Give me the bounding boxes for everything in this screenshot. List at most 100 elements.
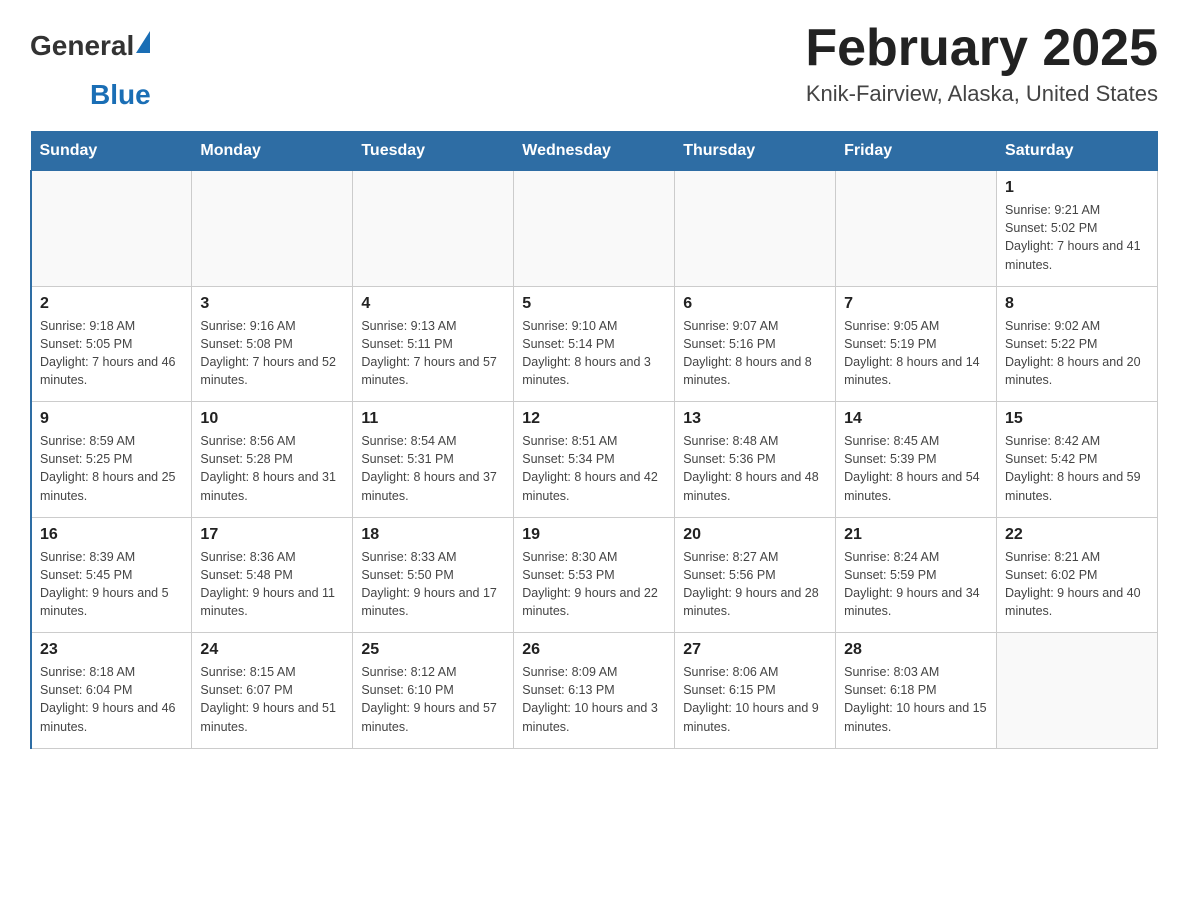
day-info: Sunrise: 9:02 AM Sunset: 5:22 PM Dayligh… [1005,317,1149,390]
day-info: Sunrise: 8:03 AM Sunset: 6:18 PM Dayligh… [844,663,988,736]
day-info: Sunrise: 8:30 AM Sunset: 5:53 PM Dayligh… [522,548,666,621]
day-number: 17 [200,526,344,544]
calendar-cell: 16 Sunrise: 8:39 AM Sunset: 5:45 PM Dayli… [31,517,192,633]
week-row-4: 16 Sunrise: 8:39 AM Sunset: 5:45 PM Dayli… [31,517,1158,633]
calendar-cell: 24 Sunrise: 8:15 AM Sunset: 6:07 PM Dayli… [192,633,353,749]
calendar-cell: 27Sunrise: 8:06 AM Sunset: 6:15 PM Dayli… [675,633,836,749]
day-info: Sunrise: 8:42 AM Sunset: 5:42 PM Dayligh… [1005,432,1149,505]
day-number: 12 [522,410,666,428]
day-info: Sunrise: 9:18 AM Sunset: 5:05 PM Dayligh… [40,317,183,390]
day-info: Sunrise: 8:36 AM Sunset: 5:48 PM Dayligh… [200,548,344,621]
weekday-header-wednesday: Wednesday [514,132,675,171]
day-number: 1 [1005,179,1149,197]
day-number: 5 [522,295,666,313]
calendar-cell: 14 Sunrise: 8:45 AM Sunset: 5:39 PM Dayli… [836,402,997,518]
calendar-cell [514,171,675,287]
day-number: 14 [844,410,988,428]
calendar-cell: 23 Sunrise: 8:18 AM Sunset: 6:04 PM Dayli… [31,633,192,749]
day-info: Sunrise: 8:15 AM Sunset: 6:07 PM Dayligh… [200,663,344,736]
day-number: 9 [40,410,183,428]
day-info: Sunrise: 8:39 AM Sunset: 5:45 PM Dayligh… [40,548,183,621]
day-info: Sunrise: 8:18 AM Sunset: 6:04 PM Dayligh… [40,663,183,736]
calendar-cell: 4 Sunrise: 9:13 AM Sunset: 5:11 PM Daylig… [353,286,514,402]
day-number: 24 [200,641,344,659]
calendar-cell: 12 Sunrise: 8:51 AM Sunset: 5:34 PM Dayli… [514,402,675,518]
calendar-cell: 21 Sunrise: 8:24 AM Sunset: 5:59 PM Dayli… [836,517,997,633]
calendar-cell: 22 Sunrise: 8:21 AM Sunset: 6:02 PM Dayli… [997,517,1158,633]
day-info: Sunrise: 8:56 AM Sunset: 5:28 PM Dayligh… [200,432,344,505]
day-number: 6 [683,295,827,313]
day-number: 10 [200,410,344,428]
calendar-cell: 1 Sunrise: 9:21 AM Sunset: 5:02 PM Daylig… [997,171,1158,287]
calendar-cell [836,171,997,287]
day-number: 21 [844,526,988,544]
day-number: 22 [1005,526,1149,544]
logo-general-text: General [30,30,134,62]
day-number: 13 [683,410,827,428]
calendar-cell: 17 Sunrise: 8:36 AM Sunset: 5:48 PM Dayli… [192,517,353,633]
day-info: Sunrise: 8:33 AM Sunset: 5:50 PM Dayligh… [361,548,505,621]
weekday-header-tuesday: Tuesday [353,132,514,171]
title-block: February 2025 Knik-Fairview, Alaska, Uni… [805,20,1158,107]
day-info: Sunrise: 8:54 AM Sunset: 5:31 PM Dayligh… [361,432,505,505]
calendar-cell: 18 Sunrise: 8:33 AM Sunset: 5:50 PM Dayli… [353,517,514,633]
day-number: 3 [200,295,344,313]
day-number: 18 [361,526,505,544]
logo-blue-text: Blue [90,79,151,110]
day-info: Sunrise: 9:16 AM Sunset: 5:08 PM Dayligh… [200,317,344,390]
day-number: 2 [40,295,183,313]
day-info: Sunrise: 8:51 AM Sunset: 5:34 PM Dayligh… [522,432,666,505]
day-number: 16 [40,526,183,544]
day-info: Sunrise: 8:24 AM Sunset: 5:59 PM Dayligh… [844,548,988,621]
day-number: 26 [522,641,666,659]
day-info: Sunrise: 9:21 AM Sunset: 5:02 PM Dayligh… [1005,201,1149,274]
calendar-cell: 15 Sunrise: 8:42 AM Sunset: 5:42 PM Dayli… [997,402,1158,518]
calendar-cell: 10 Sunrise: 8:56 AM Sunset: 5:28 PM Dayli… [192,402,353,518]
calendar-cell: 9 Sunrise: 8:59 AM Sunset: 5:25 PM Daylig… [31,402,192,518]
day-number: 20 [683,526,827,544]
logo-triangle-icon [136,31,150,53]
day-number: 8 [1005,295,1149,313]
calendar-cell [997,633,1158,749]
day-number: 11 [361,410,505,428]
day-info: Sunrise: 9:05 AM Sunset: 5:19 PM Dayligh… [844,317,988,390]
week-row-3: 9 Sunrise: 8:59 AM Sunset: 5:25 PM Daylig… [31,402,1158,518]
day-info: Sunrise: 8:45 AM Sunset: 5:39 PM Dayligh… [844,432,988,505]
day-info: Sunrise: 8:09 AM Sunset: 6:13 PM Dayligh… [522,663,666,736]
calendar-cell: 13Sunrise: 8:48 AM Sunset: 5:36 PM Dayli… [675,402,836,518]
day-number: 25 [361,641,505,659]
calendar-cell [31,171,192,287]
calendar-cell: 2 Sunrise: 9:18 AM Sunset: 5:05 PM Daylig… [31,286,192,402]
weekday-header-thursday: Thursday [675,132,836,171]
calendar-cell: 3 Sunrise: 9:16 AM Sunset: 5:08 PM Daylig… [192,286,353,402]
week-row-1: 1 Sunrise: 9:21 AM Sunset: 5:02 PM Daylig… [31,171,1158,287]
day-number: 15 [1005,410,1149,428]
day-info: Sunrise: 8:12 AM Sunset: 6:10 PM Dayligh… [361,663,505,736]
weekday-header-sunday: Sunday [31,132,192,171]
day-number: 4 [361,295,505,313]
weekday-header-monday: Monday [192,132,353,171]
calendar-cell: 28 Sunrise: 8:03 AM Sunset: 6:18 PM Dayli… [836,633,997,749]
calendar-cell: 6Sunrise: 9:07 AM Sunset: 5:16 PM Daylig… [675,286,836,402]
calendar-cell: 20Sunrise: 8:27 AM Sunset: 5:56 PM Dayli… [675,517,836,633]
weekday-header-saturday: Saturday [997,132,1158,171]
day-info: Sunrise: 8:21 AM Sunset: 6:02 PM Dayligh… [1005,548,1149,621]
calendar-cell [192,171,353,287]
calendar-cell: 19 Sunrise: 8:30 AM Sunset: 5:53 PM Dayli… [514,517,675,633]
day-number: 28 [844,641,988,659]
calendar-title: February 2025 [805,20,1158,77]
calendar-table: SundayMondayTuesdayWednesdayThursdayFrid… [30,131,1158,749]
day-info: Sunrise: 9:10 AM Sunset: 5:14 PM Dayligh… [522,317,666,390]
week-row-5: 23 Sunrise: 8:18 AM Sunset: 6:04 PM Dayli… [31,633,1158,749]
calendar-cell [353,171,514,287]
calendar-body: 1 Sunrise: 9:21 AM Sunset: 5:02 PM Daylig… [31,171,1158,749]
day-number: 19 [522,526,666,544]
weekday-header-row: SundayMondayTuesdayWednesdayThursdayFrid… [31,132,1158,171]
day-number: 23 [40,641,183,659]
day-number: 7 [844,295,988,313]
day-info: Sunrise: 8:59 AM Sunset: 5:25 PM Dayligh… [40,432,183,505]
calendar-cell: 7 Sunrise: 9:05 AM Sunset: 5:19 PM Daylig… [836,286,997,402]
weekday-header-friday: Friday [836,132,997,171]
day-info: Sunrise: 9:13 AM Sunset: 5:11 PM Dayligh… [361,317,505,390]
day-info: Sunrise: 8:06 AM Sunset: 6:15 PM Dayligh… [683,663,827,736]
